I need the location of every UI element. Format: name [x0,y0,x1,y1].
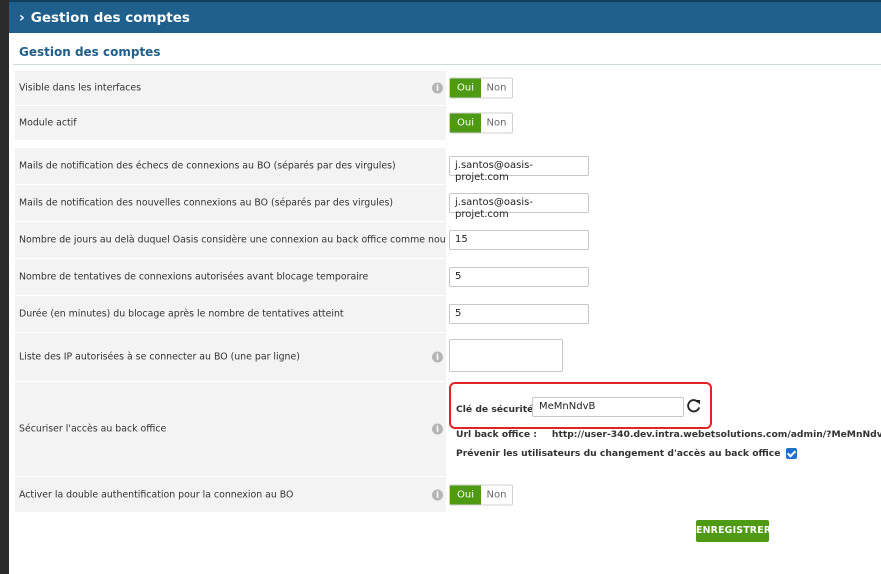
toggle-yes-button[interactable]: Oui [450,113,481,133]
mail-new-input[interactable]: j.santos@oasis-projet.com [449,193,589,220]
row-control: j.santos@oasis-projet.com [446,148,881,184]
row-label: Visible dans les interfaces [19,82,142,94]
toggle-yes-button[interactable]: Oui [450,78,481,98]
row-mail-failures: Mails de notification des échecs de conn… [15,148,881,184]
module-toggle: Oui Non [449,112,513,134]
row-days: Nombre de jours au delà duquel Oasis con… [15,222,881,258]
info-icon[interactable]: i [432,423,443,435]
row-control: j.santos@oasis-projet.com [446,185,881,221]
security-key-input[interactable]: MeMnNdvB [532,397,684,417]
duration-input[interactable]: 5 [449,304,589,324]
section-divider [13,64,881,65]
page-header: › Gestion des comptes [9,0,881,33]
row-attempts: Nombre de tentatives de connexions autor… [15,259,881,295]
row-control: 5 [446,296,881,332]
refresh-icon[interactable] [686,399,701,414]
info-icon[interactable]: i [432,82,443,94]
save-button[interactable]: ENREGISTRER [696,520,771,542]
info-icon[interactable]: i [432,489,443,500]
toggle-yes-button[interactable]: Oui [450,485,481,504]
left-sidebar-strip [0,0,9,574]
row-control: 15 [446,222,881,258]
chevron-right-icon: › [19,9,25,26]
attempts-input[interactable]: 5 [449,267,589,287]
row-label: Nombre de tentatives de connexions autor… [19,271,369,283]
row-label: Liste des IP autorisées à se connecter a… [19,351,300,363]
row-two-factor: Activer la double authentification pour … [15,477,881,512]
days-input[interactable]: 15 [449,230,589,250]
row-secure-access: Sécuriser l'accès au back office i Clé d… [15,382,881,476]
row-label: Sécuriser l'accès au back office [19,423,167,435]
row-label: Activer la double authentification pour … [19,489,294,500]
row-label: Mails de notification des nouvelles conn… [19,197,394,209]
row-duration: Durée (en minutes) du blocage après le n… [15,296,881,332]
toggle-no-button[interactable]: Non [481,485,512,504]
mail-failures-input[interactable]: j.santos@oasis-projet.com [449,156,589,183]
row-control: Oui Non [446,71,881,105]
section-title: Gestion des comptes [19,45,161,59]
row-control: Clé de sécurité : MeMnNdvB Url back offi… [446,382,881,476]
row-control: Oui Non [446,106,881,140]
row-ip-list: Liste des IP autorisées à se connecter a… [15,333,881,381]
visible-toggle: Oui Non [449,77,513,99]
backoffice-url-row: Url back office : http://user-340.dev.in… [456,429,881,440]
security-key-label: Clé de sécurité : [456,404,541,415]
toggle-no-button[interactable]: Non [481,114,512,133]
notify-users-label: Prévenir les utilisateurs du changement … [456,448,781,459]
page-title: Gestion des comptes [30,9,190,26]
row-visible: Visible dans les interfaces i Oui Non [15,71,881,105]
row-control [446,333,881,381]
row-control: 5 [446,259,881,295]
toggle-no-button[interactable]: Non [481,79,512,98]
notify-users-checkbox[interactable] [786,448,798,459]
row-label: Nombre de jours au delà duquel Oasis con… [19,234,468,246]
two-factor-toggle: Oui Non [449,484,513,505]
notify-users-row: Prévenir les utilisateurs du changement … [456,448,798,459]
row-label: Mails de notification des échecs de conn… [19,160,396,172]
url-value: http://user-340.dev.intra.webetsolutions… [551,429,881,440]
row-label: Module actif [19,117,77,129]
info-icon[interactable]: i [432,351,443,363]
row-label: Durée (en minutes) du blocage après le n… [19,308,344,320]
url-label: Url back office : [456,429,537,440]
row-mail-new: Mails de notification des nouvelles conn… [15,185,881,221]
settings-panel: Gestion des comptes Visible dans les int… [9,33,881,574]
row-control: Oui Non [446,477,881,512]
ip-list-textarea[interactable] [449,339,563,372]
row-module-active: Module actif Oui Non [15,106,881,140]
